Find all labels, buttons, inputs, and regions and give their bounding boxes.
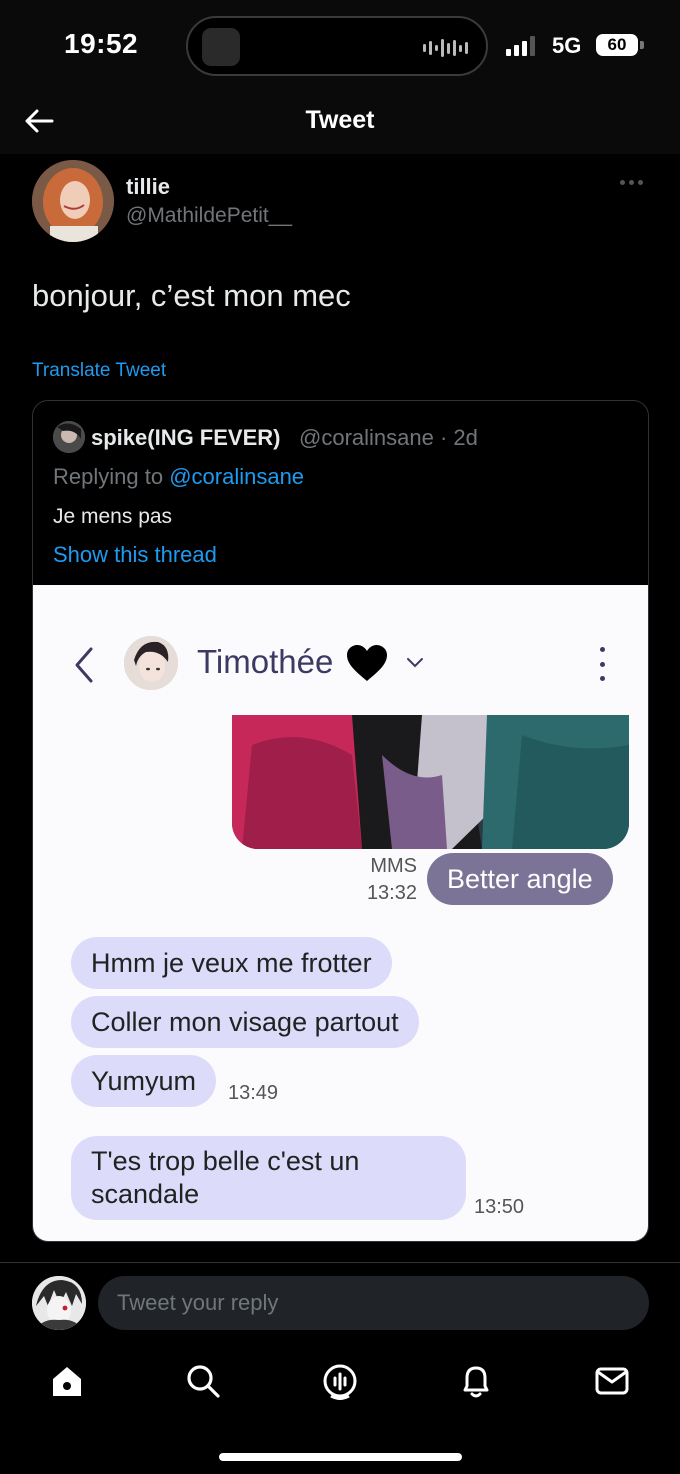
incoming-message: Hmm je veux me frotter xyxy=(71,937,392,989)
home-icon[interactable] xyxy=(48,1362,86,1400)
divider xyxy=(0,1262,680,1263)
battery-tip xyxy=(640,41,644,49)
more-options-icon[interactable] xyxy=(620,180,643,185)
notifications-icon[interactable] xyxy=(457,1362,495,1400)
incoming-message: Coller mon visage partout xyxy=(71,996,419,1048)
status-bar: 19:52 5G 60 xyxy=(0,0,680,92)
kebab-menu-icon xyxy=(597,647,607,681)
quoted-author-name: spike(ING FEVER) xyxy=(91,425,281,450)
message-time: 13:50 xyxy=(474,1196,525,1218)
spaces-icon[interactable] xyxy=(321,1362,359,1400)
black-heart-icon xyxy=(347,645,387,681)
author-name[interactable]: tillie xyxy=(126,174,170,200)
message-time: 13:49 xyxy=(228,1082,279,1104)
dynamic-island xyxy=(186,16,488,76)
replying-handle-link[interactable]: @coralinsane xyxy=(169,464,304,489)
search-icon[interactable] xyxy=(184,1362,222,1400)
outgoing-message: Better angle xyxy=(427,853,613,905)
live-activity-thumbnail xyxy=(202,28,240,66)
mms-label: MMS xyxy=(370,855,417,877)
tweet-text: bonjour, c’est mon mec xyxy=(32,278,351,313)
signal-strength-icon xyxy=(506,34,535,56)
top-nav: Tweet xyxy=(0,92,680,154)
chevron-down-icon xyxy=(407,658,423,668)
contact-name: Timothée xyxy=(197,643,334,680)
quoted-tweet-text: Je mens pas xyxy=(53,505,173,528)
battery-icon: 60 xyxy=(596,34,638,56)
mms-photo xyxy=(232,715,629,849)
quoted-author-handle: @coralinsane · 2d xyxy=(299,425,478,450)
attached-screenshot[interactable]: Timothée MMS 13:32 Better angle Hmm je v… xyxy=(33,585,648,1241)
author-avatar[interactable] xyxy=(32,160,114,242)
replying-prefix: Replying to xyxy=(53,464,170,489)
quoted-author-avatar xyxy=(53,421,85,453)
author-handle[interactable]: @MathildePetit__ xyxy=(126,204,292,228)
mms-meta: MMS 13:32 xyxy=(333,853,417,907)
audio-wave-icon xyxy=(423,38,468,58)
home-indicator xyxy=(219,1453,462,1461)
network-type: 5G xyxy=(552,33,582,58)
chevron-left-icon xyxy=(75,647,93,683)
message-line: scandale xyxy=(91,1179,200,1209)
mms-time: 13:32 xyxy=(366,882,417,904)
reply-input[interactable] xyxy=(98,1276,649,1330)
translate-tweet-link[interactable]: Translate Tweet xyxy=(32,360,166,382)
replying-to: Replying to @coralinsane xyxy=(53,464,304,490)
incoming-message: Yumyum xyxy=(71,1055,217,1107)
user-avatar[interactable] xyxy=(32,1276,86,1330)
status-time: 19:52 xyxy=(64,28,139,59)
message-line: T'es trop belle c'est un xyxy=(91,1146,360,1176)
quoted-tweet-card[interactable]: spike(ING FEVER) @coralinsane · 2d Reply… xyxy=(32,400,649,1242)
contact-avatar xyxy=(124,636,178,690)
page-title: Tweet xyxy=(305,106,375,134)
show-thread-link[interactable]: Show this thread xyxy=(53,542,217,568)
incoming-message: T'es trop belle c'est un scandale xyxy=(71,1136,466,1220)
messages-icon[interactable] xyxy=(593,1362,631,1400)
